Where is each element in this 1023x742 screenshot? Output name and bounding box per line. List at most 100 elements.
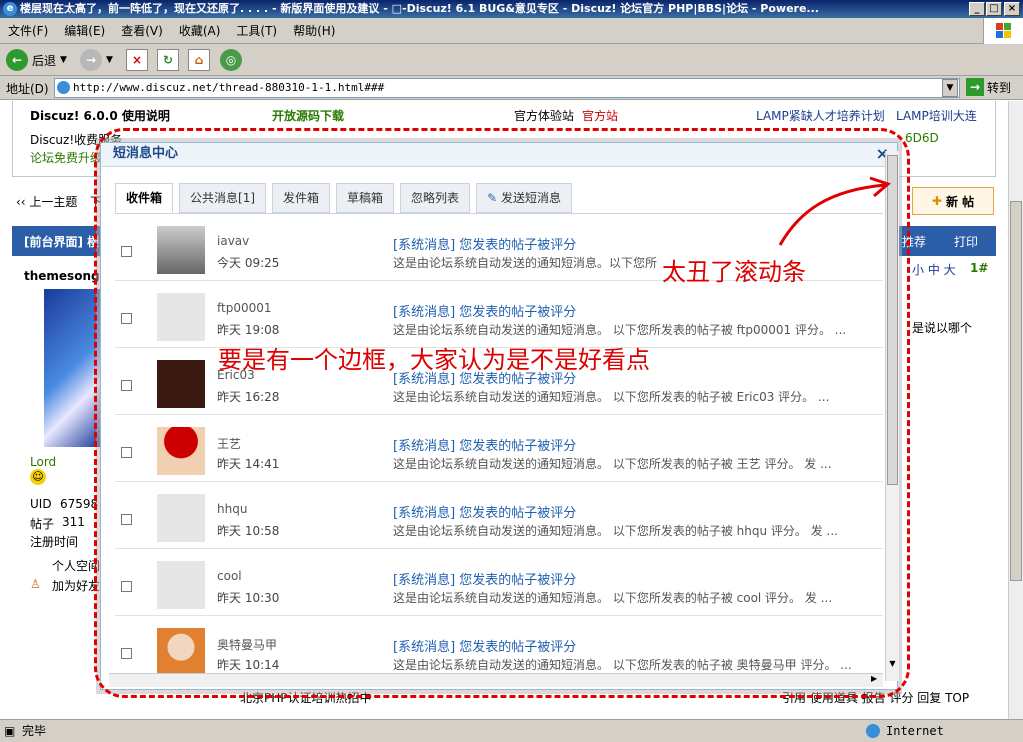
message-row[interactable]: 奥特曼马甲 昨天 10:14 [系统消息] 您发表的帖子被评分 这是由论坛系统自… [115,616,883,673]
sender-avatar [157,226,205,274]
tab-ignore-list[interactable]: 忽略列表 [400,183,471,213]
message-subject[interactable]: [系统消息] 您发表的帖子被评分 [393,435,576,454]
scroll-down-arrow-icon[interactable]: ▼ [887,659,898,673]
message-time: 昨天 10:58 [217,524,280,538]
home-button[interactable]: ⌂ [188,48,210,72]
scroll-right-arrow-icon[interactable]: ▶ [871,674,877,683]
menu-bar: 文件(F) 编辑(E) 查看(V) 收藏(A) 工具(T) 帮助(H) [0,18,1023,44]
sender-name[interactable]: ftp00001 [217,301,272,315]
window-title-bar: e 楼层现在太高了，前一阵低了，现在又还原了. . . . - 新版界面使用及建… [0,0,1023,18]
ie-icon: e [3,2,17,16]
menu-edit[interactable]: 编辑(E) [56,18,113,44]
sender-name[interactable]: 奥特曼马甲 [217,636,277,653]
zone-text: Internet [886,724,944,738]
stop-icon: × [126,49,148,71]
address-label: 地址(D) [6,82,49,96]
print-link[interactable]: 打印 [954,233,978,250]
sender-name[interactable]: hhqu [217,502,247,516]
message-row[interactable]: ftp00001 昨天 19:08 [系统消息] 您发表的帖子被评分 这是由论坛… [115,281,883,348]
refresh-button[interactable]: ↻ [157,48,179,72]
menu-help[interactable]: 帮助(H) [285,18,343,44]
message-row[interactable]: hhqu 昨天 10:58 [系统消息] 您发表的帖子被评分 这是由论坛系统自动… [115,482,883,549]
go-arrow-icon: → [966,78,984,96]
menu-file[interactable]: 文件(F) [0,18,56,44]
new-post-button[interactable]: ✚ 新 帖 [912,187,994,215]
post-text-fragment: 是说以哪个 [912,321,973,335]
post-action-links[interactable]: 引用 使用道具 报告 评分 回复 TOP [782,689,969,706]
sender-name[interactable]: cool [217,569,242,583]
opensource-link[interactable]: 开放源码下载 [272,107,344,124]
sender-avatar [157,427,205,475]
menu-view[interactable]: 查看(V) [113,18,171,44]
sender-name[interactable]: iavav [217,234,249,248]
refresh-icon: ↻ [157,49,179,71]
message-subject[interactable]: [系统消息] 您发表的帖子被评分 [393,234,576,253]
message-snippet: 这是由论坛系统自动发送的通知短消息。 以下您所发表的帖子被 ftp00001 评… [393,323,847,337]
trial-link[interactable]: 官方体验站 [514,107,574,124]
bottom-ad-link[interactable]: 北京PHP认证培训热招中 [240,689,372,706]
message-row[interactable]: cool 昨天 10:30 [系统消息] 您发表的帖子被评分 这是由论坛系统自动… [115,549,883,616]
message-checkbox[interactable] [121,246,132,257]
tab-drafts[interactable]: 草稿箱 [336,183,395,213]
stop-button[interactable]: × [126,48,148,72]
message-subject[interactable]: [系统消息] 您发表的帖子被评分 [393,636,576,655]
menu-tools[interactable]: 工具(T) [228,18,285,44]
status-bar: ▣ 完毕 Internet [0,719,1023,742]
home-icon: ⌂ [188,49,210,71]
tab-inbox[interactable]: 收件箱 [115,183,174,213]
back-button[interactable]: ← 后退 ▼ [6,48,67,72]
usage-link[interactable]: Discuz! 6.0.0 使用说明 [30,107,170,124]
lamp-training-link[interactable]: LAMP培训大连 [896,107,977,124]
message-snippet: 这是由论坛系统自动发送的通知短消息。 以下您所发表的帖子被 cool 评分。 发… [393,591,833,605]
font-size-links[interactable]: 小 中 大 [912,261,956,278]
message-checkbox[interactable] [121,380,132,391]
author-name[interactable]: themesong [24,269,100,283]
tab-public-messages[interactable]: 公共消息[1] [179,183,267,213]
page-scrollbar[interactable] [1008,101,1023,719]
personal-space-link[interactable]: 个人空间 [52,557,100,574]
message-subject[interactable]: [系统消息] 您发表的帖子被评分 [393,301,576,320]
annotation-border: 要是有一个边框，大家认为是不是好看点 [218,346,650,374]
page-done-icon: ▣ [4,724,16,738]
address-dropdown-button[interactable]: ▼ [942,79,958,97]
tab-send-message[interactable]: ✎ 发送短消息 [476,183,572,213]
default-avatar-icon [157,293,205,341]
go-label: 转到 [987,80,1012,95]
send-message-label: 发送短消息 [500,191,561,205]
uid-label: UID [30,497,52,511]
address-url: http://www.discuz.net/thread-880310-1-1.… [73,81,385,94]
official-link[interactable]: 官方站 [582,107,618,124]
default-avatar-icon [157,561,205,609]
media-button[interactable]: ◎ [220,48,242,72]
dialog-horizontal-scrollbar[interactable]: ▶ [109,673,883,687]
add-friend-link[interactable]: 加为好友 [52,577,100,594]
message-checkbox[interactable] [121,514,132,525]
plus-icon: ✚ [931,194,942,208]
message-checkbox[interactable] [121,648,132,659]
page-scrollbar-thumb[interactable] [1010,201,1022,581]
posts-value: 311 [62,515,85,529]
message-time: 昨天 10:14 [217,658,280,672]
close-window-button[interactable]: × [1004,2,1020,16]
message-checkbox[interactable] [121,447,132,458]
upgrade-link[interactable]: 论坛免费升级 [30,149,102,166]
menu-favorites[interactable]: 收藏(A) [171,18,229,44]
tab-outbox[interactable]: 发件箱 [272,183,331,213]
go-button[interactable]: → 转到 [966,78,1011,96]
maximize-button[interactable]: □ [986,2,1002,16]
forward-button[interactable]: → ▼ [80,48,113,72]
minimize-button[interactable]: _ [969,2,985,16]
address-input[interactable]: http://www.discuz.net/thread-880310-1-1.… [54,78,960,98]
prev-topic-link[interactable]: ‹‹ 上一主题 [16,193,77,210]
lamp-plan-link[interactable]: LAMP紧缺人才培养计划 [756,107,885,124]
message-checkbox[interactable] [121,313,132,324]
floor-number: 1# [970,261,989,275]
forward-arrow-icon: → [80,49,102,71]
sender-name[interactable]: 王艺 [217,435,241,452]
message-time: 昨天 14:41 [217,457,280,471]
message-checkbox[interactable] [121,581,132,592]
message-subject[interactable]: [系统消息] 您发表的帖子被评分 [393,502,576,521]
message-row[interactable]: 王艺 昨天 14:41 [系统消息] 您发表的帖子被评分 这是由论坛系统自动发送… [115,415,883,482]
message-subject[interactable]: [系统消息] 您发表的帖子被评分 [393,569,576,588]
sender-avatar [157,628,205,673]
